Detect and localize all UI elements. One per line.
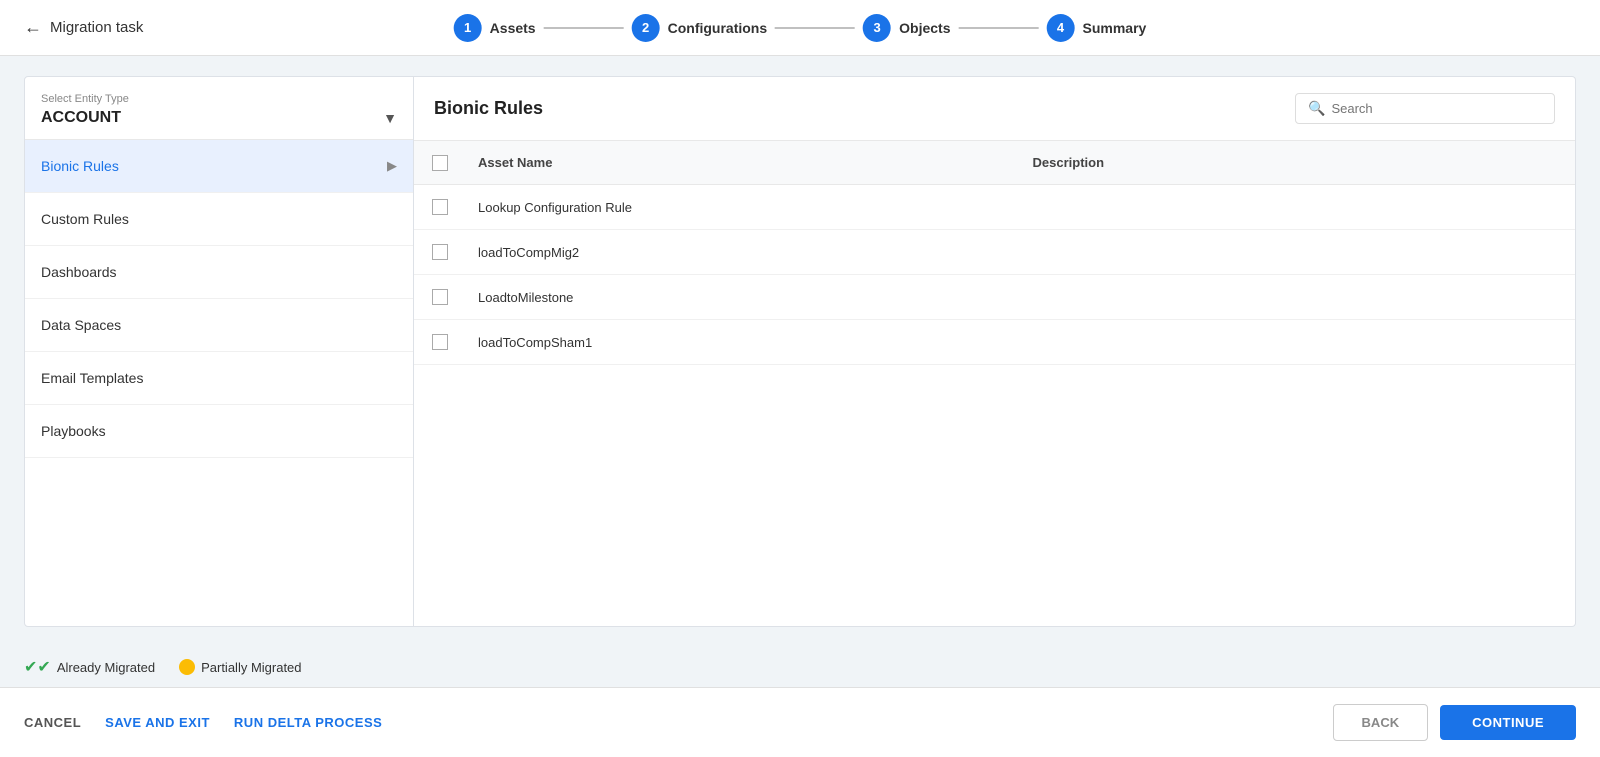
sidebar-item-playbooks[interactable]: Playbooks <box>25 405 413 458</box>
step-circle-2: 2 <box>632 14 660 42</box>
top-bar: ← Migration task 1 Assets 2 Configuratio… <box>0 0 1600 56</box>
select-all-checkbox[interactable] <box>432 155 448 171</box>
bottom-left-actions: CANCEL SAVE AND EXIT RUN DELTA PROCESS <box>24 715 382 730</box>
entity-type-label: Select Entity Type <box>41 93 397 105</box>
left-panel: Select Entity Type ACCOUNT ▼ Bionic Rule… <box>24 76 414 627</box>
step-label-2: Configurations <box>668 20 768 36</box>
sidebar-label-dashboards: Dashboards <box>41 264 117 280</box>
already-migrated-legend: ✔✔ Already Migrated <box>24 657 155 677</box>
step-line-2 <box>775 27 855 29</box>
step-4: 4 Summary <box>1047 14 1147 42</box>
stepper: 1 Assets 2 Configurations 3 Objects 4 Su… <box>454 14 1147 42</box>
sidebar-arrow-icon: ▶ <box>387 158 397 174</box>
table-row: loadToCompSham1 <box>414 320 1575 365</box>
row-checkbox-1[interactable] <box>432 199 448 215</box>
step-circle-4: 4 <box>1047 14 1075 42</box>
row-asset-name-3: LoadtoMilestone <box>466 290 1021 305</box>
sidebar-label-playbooks: Playbooks <box>41 423 106 439</box>
row-checkbox-cell-3 <box>414 289 466 305</box>
save-and-exit-button[interactable]: SAVE AND EXIT <box>105 715 210 730</box>
step-2: 2 Configurations <box>632 14 768 42</box>
table-row: loadToCompMig2 <box>414 230 1575 275</box>
table-row: LoadtoMilestone <box>414 275 1575 320</box>
header-checkbox-cell <box>414 151 466 174</box>
table-header: Asset Name Description <box>414 141 1575 185</box>
step-3: 3 Objects <box>863 14 950 42</box>
main-content: Select Entity Type ACCOUNT ▼ Bionic Rule… <box>0 56 1600 647</box>
step-label-1: Assets <box>490 20 536 36</box>
row-checkbox-3[interactable] <box>432 289 448 305</box>
already-migrated-label: Already Migrated <box>57 660 155 675</box>
sidebar-item-custom-rules[interactable]: Custom Rules <box>25 193 413 246</box>
entity-type-dropdown[interactable]: ACCOUNT ▼ <box>41 109 397 127</box>
row-checkbox-cell-4 <box>414 334 466 350</box>
back-arrow-icon: ← <box>24 17 42 38</box>
step-label-3: Objects <box>899 20 950 36</box>
entity-select-area[interactable]: Select Entity Type ACCOUNT ▼ <box>25 77 413 140</box>
row-checkbox-cell-1 <box>414 199 466 215</box>
sidebar-label-custom-rules: Custom Rules <box>41 211 129 227</box>
sidebar-item-dashboards[interactable]: Dashboards <box>25 246 413 299</box>
sidebar-label-data-spaces: Data Spaces <box>41 317 121 333</box>
entity-type-value: ACCOUNT <box>41 109 121 127</box>
cancel-button[interactable]: CANCEL <box>24 715 81 730</box>
already-migrated-icon: ✔✔ <box>24 657 51 677</box>
asset-table: Asset Name Description Lookup Configurat… <box>414 141 1575 626</box>
table-row: Lookup Configuration Rule <box>414 185 1575 230</box>
row-asset-name-1: Lookup Configuration Rule <box>466 200 1021 215</box>
search-box[interactable]: 🔍 <box>1295 93 1555 124</box>
panel-title: Bionic Rules <box>434 98 543 119</box>
legend-bar: ✔✔ Already Migrated Partially Migrated <box>0 647 1600 687</box>
partially-migrated-icon <box>179 659 195 675</box>
sidebar-item-data-spaces[interactable]: Data Spaces <box>25 299 413 352</box>
step-line-3 <box>959 27 1039 29</box>
left-panel-wrapper: Select Entity Type ACCOUNT ▼ Bionic Rule… <box>24 76 414 627</box>
step-circle-3: 3 <box>863 14 891 42</box>
row-checkbox-cell-2 <box>414 244 466 260</box>
step-label-4: Summary <box>1083 20 1147 36</box>
search-icon: 🔍 <box>1308 100 1325 117</box>
back-button-bottom[interactable]: BACK <box>1333 704 1429 741</box>
partially-migrated-legend: Partially Migrated <box>179 659 301 675</box>
sidebar-item-email-templates[interactable]: Email Templates <box>25 352 413 405</box>
row-asset-name-2: loadToCompMig2 <box>466 245 1021 260</box>
step-circle-1: 1 <box>454 14 482 42</box>
column-header-asset-name: Asset Name <box>466 151 1021 174</box>
back-label: Migration task <box>50 19 143 36</box>
step-1: 1 Assets <box>454 14 536 42</box>
partially-migrated-label: Partially Migrated <box>201 660 301 675</box>
step-line-1 <box>544 27 624 29</box>
back-button[interactable]: ← Migration task <box>24 17 143 38</box>
sidebar-label-bionic-rules: Bionic Rules <box>41 158 119 174</box>
row-checkbox-4[interactable] <box>432 334 448 350</box>
continue-button[interactable]: CONTINUE <box>1440 705 1576 740</box>
sidebar-item-bionic-rules[interactable]: Bionic Rules ▶ <box>25 140 413 193</box>
run-delta-button[interactable]: RUN DELTA PROCESS <box>234 715 382 730</box>
row-asset-name-4: loadToCompSham1 <box>466 335 1021 350</box>
table-body: Lookup Configuration Rule loadToCompMig2… <box>414 185 1575 626</box>
row-checkbox-2[interactable] <box>432 244 448 260</box>
bottom-bar: CANCEL SAVE AND EXIT RUN DELTA PROCESS B… <box>0 687 1600 757</box>
right-panel: Bionic Rules 🔍 Asset Name Description <box>414 76 1576 627</box>
column-header-description: Description <box>1021 151 1576 174</box>
search-input[interactable] <box>1331 101 1542 116</box>
bottom-right-actions: BACK CONTINUE <box>1333 704 1576 741</box>
sidebar-label-email-templates: Email Templates <box>41 370 143 386</box>
right-panel-header: Bionic Rules 🔍 <box>414 77 1575 141</box>
dropdown-arrow-icon: ▼ <box>383 110 397 126</box>
sidebar-list: Bionic Rules ▶ Custom Rules Dashboards D… <box>25 140 413 626</box>
